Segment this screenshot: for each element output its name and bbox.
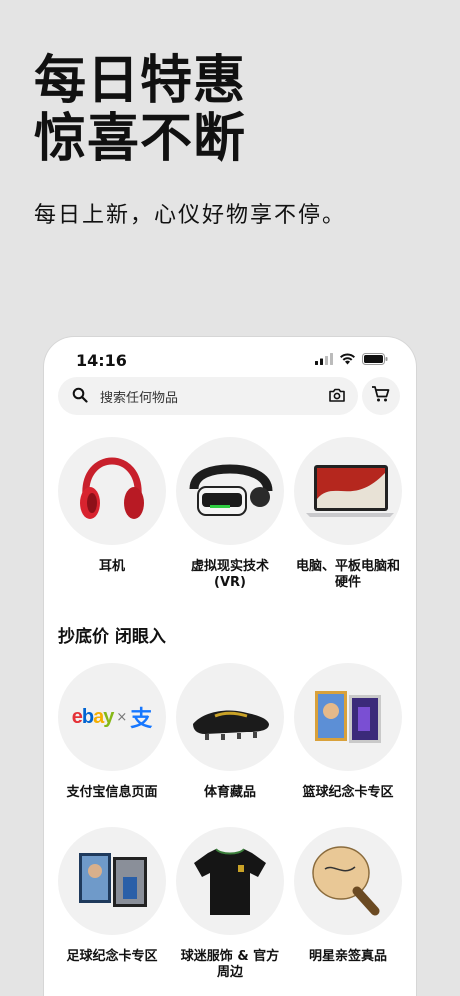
deal-tile-sports-collectibles[interactable]: 体育藏品 (172, 663, 288, 801)
category-tile-computers[interactable]: 电脑、平板电脑和硬件 (290, 437, 406, 591)
ebay-logo: ebay (71, 705, 115, 729)
deal-tile-alipay[interactable]: ebay × 支 支付宝信息页面 (54, 663, 170, 801)
signal-icon (315, 350, 333, 369)
headline-line-2: 惊喜不断 (34, 109, 247, 169)
deal-label: 足球纪念卡专区 (66, 949, 158, 964)
deal-tile-fan-apparel[interactable]: 球迷服饰 & 官方周边 (172, 827, 288, 981)
deal-tile-soccer-cards[interactable]: 足球纪念卡专区 (54, 827, 170, 965)
category-label: 虚拟现实技术 (VR) (190, 559, 269, 590)
headphones-image (58, 437, 166, 545)
promo-subline: 每日上新，心仪好物享不停。 (34, 203, 347, 228)
section-title: 抄底价 闭眼入 (58, 627, 166, 647)
cart-button[interactable] (362, 377, 400, 415)
laptop-image (294, 437, 402, 545)
deal-label: 支付宝信息页面 (66, 785, 158, 800)
deal-tile-autographs[interactable]: 明星亲签真品 (290, 827, 406, 965)
ebay-letter: y (103, 705, 114, 728)
category-tile-headphones[interactable]: 耳机 (54, 437, 170, 575)
pingpong-paddle-image (294, 827, 402, 935)
phone-screen: 14:16 搜索任何物品 耳机 虚拟现实技术 (VR) 电脑、平板电脑和硬件 抄… (44, 337, 416, 996)
soccer-cards-image (58, 827, 166, 935)
ebay-letter: e (71, 705, 83, 728)
ebay-wordmark: ebay (71, 705, 115, 728)
ebay-letter: a (93, 705, 104, 728)
vr-headset-image (176, 437, 284, 545)
category-label: 耳机 (98, 559, 125, 574)
category-label: 电脑、平板电脑和硬件 (295, 559, 400, 590)
status-time: 14:16 (76, 351, 127, 370)
logo-cross: × (116, 709, 128, 725)
search-input[interactable]: 搜索任何物品 (58, 377, 358, 415)
cart-icon (371, 385, 391, 407)
search-placeholder: 搜索任何物品 (100, 391, 179, 406)
headline-line-1: 每日特惠 (34, 51, 247, 111)
basketball-cards-image (294, 663, 402, 771)
battery-icon (362, 350, 388, 369)
deal-label: 明星亲签真品 (308, 949, 387, 964)
promo-headline: 每日特惠 惊喜不断 (34, 52, 246, 168)
category-tile-vr[interactable]: 虚拟现实技术 (VR) (172, 437, 288, 591)
search-icon (72, 387, 88, 407)
search-row: 搜索任何物品 (58, 377, 402, 415)
deal-label: 体育藏品 (203, 785, 256, 800)
deal-tile-basketball-cards[interactable]: 篮球纪念卡专区 (290, 663, 406, 801)
ebay-letter: b (81, 705, 94, 728)
deal-label: 篮球纪念卡专区 (302, 785, 394, 800)
football-boot-image (176, 663, 284, 771)
deal-label: 球迷服饰 & 官方周边 (180, 949, 280, 980)
status-icons (315, 350, 388, 369)
camera-icon[interactable] (328, 386, 346, 408)
alipay-logo: 支 (130, 707, 153, 732)
ebay-alipay-logo: ebay × 支 (58, 663, 166, 771)
status-bar: 14:16 (44, 337, 416, 377)
jersey-image (176, 827, 284, 935)
wifi-icon (339, 350, 356, 369)
